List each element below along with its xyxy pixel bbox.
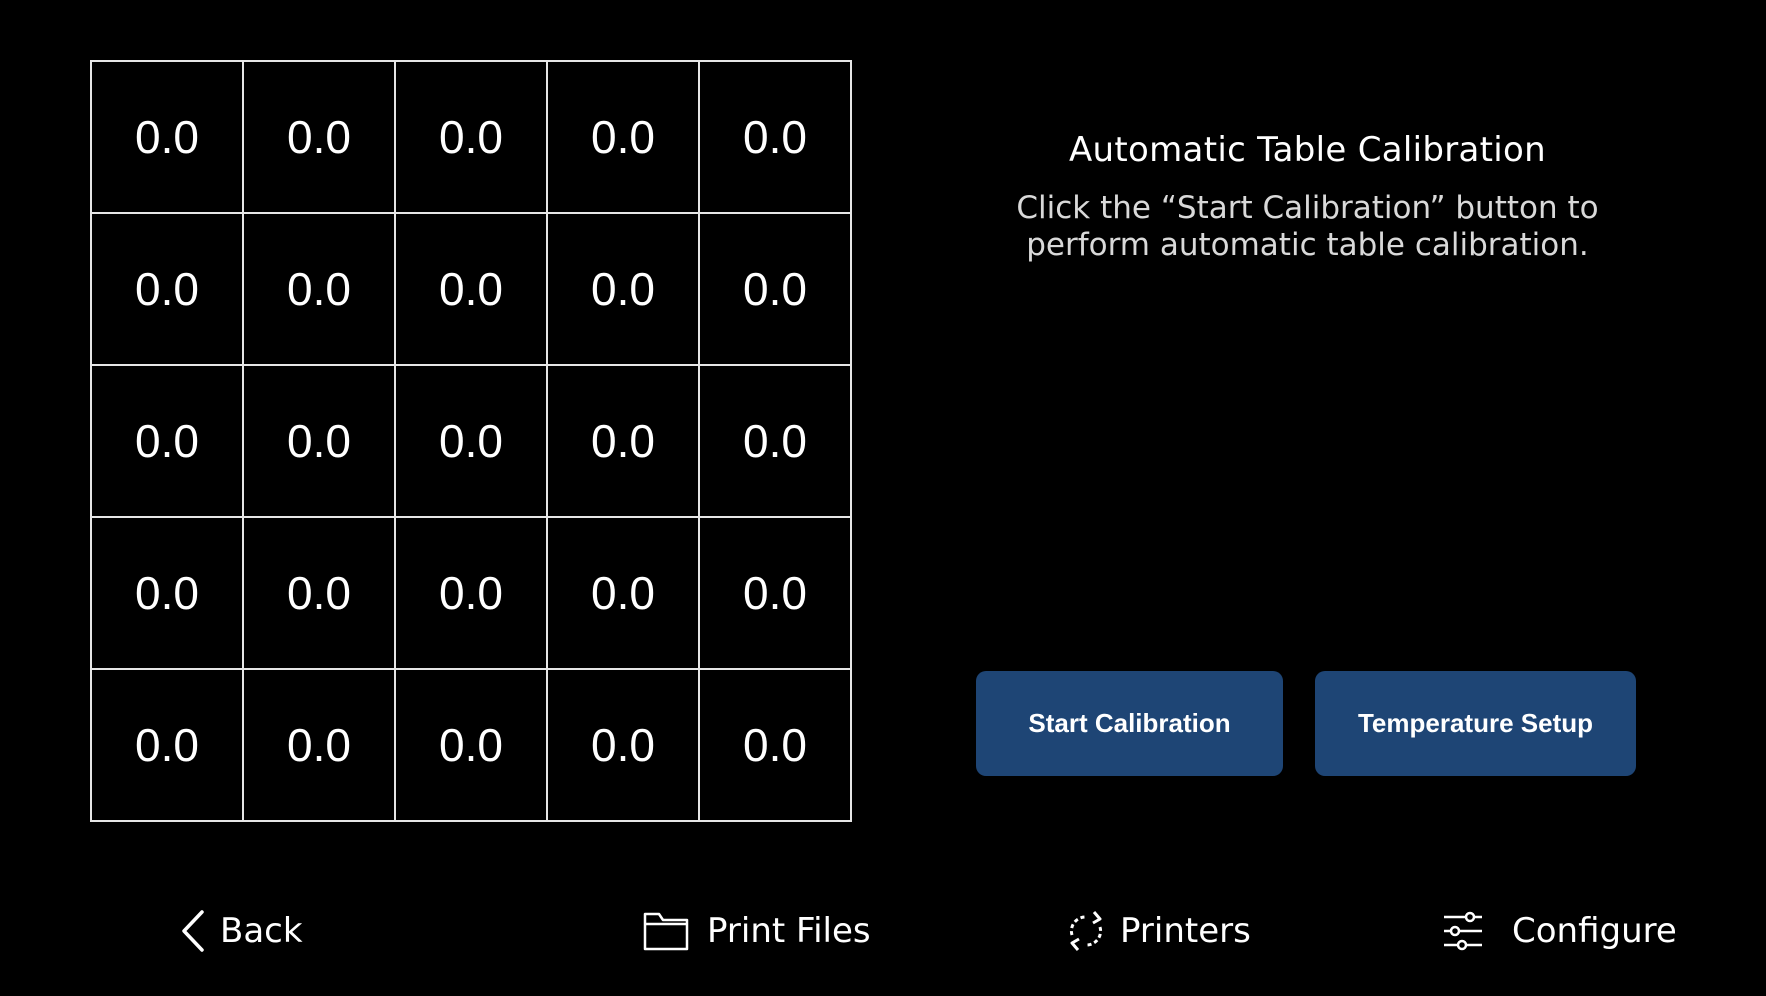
mesh-cell: 0.0 — [698, 364, 852, 518]
mesh-cell: 0.0 — [90, 60, 244, 214]
mesh-cell: 0.0 — [546, 364, 700, 518]
nav-print-files-label: Print Files — [707, 911, 871, 951]
mesh-cell: 0.0 — [242, 212, 396, 366]
nav-printers-button[interactable]: Printers — [1064, 900, 1251, 962]
nav-back-button[interactable]: Back — [180, 900, 303, 962]
mesh-cell: 0.0 — [394, 60, 548, 214]
start-calibration-button[interactable]: Start Calibration — [976, 671, 1283, 776]
panel-title: Automatic Table Calibration — [1069, 130, 1546, 170]
mesh-cell: 0.0 — [394, 212, 548, 366]
mesh-cell: 0.0 — [394, 516, 548, 670]
mesh-cell: 0.0 — [242, 364, 396, 518]
mesh-row: 0.0 0.0 0.0 0.0 0.0 — [90, 668, 852, 822]
mesh-cell: 0.0 — [242, 516, 396, 670]
calibration-info-panel: Automatic Table Calibration Click the “S… — [960, 130, 1655, 264]
mesh-cell: 0.0 — [394, 668, 548, 822]
mesh-cell: 0.0 — [90, 364, 244, 518]
mesh-cell: 0.0 — [242, 668, 396, 822]
chevron-left-icon — [180, 909, 206, 953]
mesh-cell: 0.0 — [546, 668, 700, 822]
mesh-cell: 0.0 — [546, 516, 700, 670]
mesh-cell: 0.0 — [698, 60, 852, 214]
mesh-cell: 0.0 — [394, 364, 548, 518]
temperature-setup-button[interactable]: Temperature Setup — [1315, 671, 1636, 776]
mesh-cell: 0.0 — [698, 516, 852, 670]
nav-configure-label: Configure — [1512, 911, 1677, 951]
mesh-row: 0.0 0.0 0.0 0.0 0.0 — [90, 60, 852, 214]
mesh-cell: 0.0 — [698, 212, 852, 366]
nav-printers-label: Printers — [1120, 911, 1251, 951]
mesh-cell: 0.0 — [90, 212, 244, 366]
sliders-icon — [1442, 911, 1484, 951]
nav-configure-button[interactable]: Configure — [1442, 900, 1677, 962]
folder-icon — [643, 910, 689, 952]
mesh-cell: 0.0 — [242, 60, 396, 214]
nav-print-files-button[interactable]: Print Files — [643, 900, 871, 962]
mesh-cell: 0.0 — [546, 212, 700, 366]
mesh-cell: 0.0 — [546, 60, 700, 214]
mesh-cell: 0.0 — [90, 516, 244, 670]
calibration-mesh-grid: 0.0 0.0 0.0 0.0 0.0 0.0 0.0 0.0 0.0 0.0 … — [90, 60, 852, 822]
panel-description: Click the “Start Calibration” button to … — [1016, 190, 1599, 263]
mesh-row: 0.0 0.0 0.0 0.0 0.0 — [90, 364, 852, 518]
mesh-cell: 0.0 — [698, 668, 852, 822]
mesh-cell: 0.0 — [90, 668, 244, 822]
mesh-row: 0.0 0.0 0.0 0.0 0.0 — [90, 212, 852, 366]
nav-back-label: Back — [220, 911, 303, 951]
calibration-screen: 0.0 0.0 0.0 0.0 0.0 0.0 0.0 0.0 0.0 0.0 … — [0, 0, 1766, 996]
refresh-icon — [1064, 909, 1108, 953]
mesh-row: 0.0 0.0 0.0 0.0 0.0 — [90, 516, 852, 670]
